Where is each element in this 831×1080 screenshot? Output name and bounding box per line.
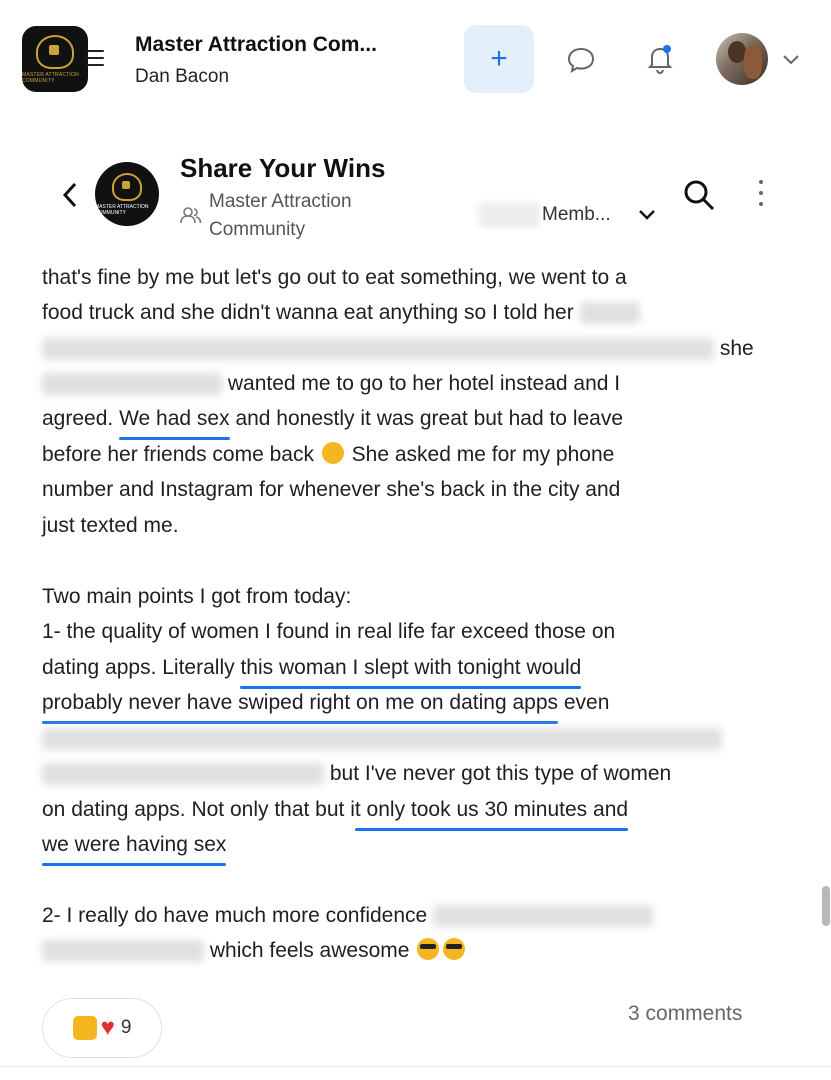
create-button[interactable]: + bbox=[464, 25, 534, 93]
plus-icon: + bbox=[490, 42, 508, 75]
post-line: food truck and she didn't wanna eat anyt… bbox=[42, 298, 640, 328]
post-line: just texted me. bbox=[42, 514, 179, 537]
post-line: on dating apps. Not only that but it onl… bbox=[42, 795, 629, 831]
post-line: 1- the quality of women I found in real … bbox=[42, 620, 616, 643]
crest-icon bbox=[36, 34, 74, 69]
chat-icon[interactable] bbox=[566, 46, 596, 79]
highlighted-text: this woman I slept with tonight would bbox=[240, 653, 581, 689]
comments-link[interactable]: 3 comments bbox=[628, 1002, 742, 1026]
heart-icon: ♥ bbox=[100, 1014, 115, 1041]
post-line: before her friends come back She asked m… bbox=[42, 442, 615, 466]
post-line: agreed. We had sex and honestly it was g… bbox=[42, 404, 623, 440]
sunglasses-face-icon bbox=[417, 938, 440, 960]
post-line: wanted me to go to her hotel instead and… bbox=[42, 369, 620, 399]
post-line bbox=[42, 724, 722, 754]
members-label[interactable]: Memb... bbox=[542, 204, 611, 226]
redacted-text bbox=[42, 373, 222, 396]
post-line: she bbox=[42, 334, 754, 364]
channel-logo[interactable]: MASTER ATTRACTION COMMUNITY bbox=[95, 162, 159, 226]
chevron-down-icon[interactable] bbox=[782, 53, 800, 71]
redacted-text bbox=[579, 302, 640, 325]
highlighted-text: we were having sex bbox=[42, 830, 227, 866]
search-icon[interactable] bbox=[682, 178, 716, 217]
menu-icon[interactable] bbox=[86, 50, 104, 66]
community-logo[interactable]: MASTER ATTRACTION COMMUNITY bbox=[22, 26, 88, 92]
redacted-text bbox=[42, 338, 714, 361]
members-avatars-blurred bbox=[478, 202, 540, 228]
channel-logo-text: MASTER ATTRACTION COMMUNITY bbox=[95, 203, 149, 216]
channel-header: MASTER ATTRACTION COMMUNITY Share Your W… bbox=[0, 118, 831, 259]
thumbs-up-icon bbox=[72, 1016, 97, 1040]
crest-icon bbox=[112, 172, 142, 201]
post-line: which feels awesome bbox=[42, 936, 467, 966]
top-app-bar: MASTER ATTRACTION COMMUNITY Master Attra… bbox=[0, 0, 831, 118]
post-line: we were having sex bbox=[42, 830, 227, 866]
redacted-text bbox=[42, 728, 722, 751]
post-line: Two main points I got from today: bbox=[42, 585, 352, 608]
channel-title: Share Your Wins bbox=[180, 153, 386, 183]
scrollbar[interactable] bbox=[822, 886, 830, 926]
more-vertical-icon[interactable] bbox=[759, 180, 763, 213]
shushing-face-icon bbox=[321, 442, 344, 464]
post-body: that's fine by me but let's go out to ea… bbox=[0, 258, 831, 1080]
post-line: dating apps. Literally this woman I slep… bbox=[42, 653, 581, 689]
reactions-button[interactable]: ♥ 9 bbox=[42, 998, 162, 1058]
logo-text: MASTER ATTRACTION COMMUNITY bbox=[22, 71, 79, 84]
group-icon bbox=[180, 206, 202, 229]
post-line: 2- I really do have much more confidence bbox=[42, 901, 654, 931]
chevron-down-icon[interactable] bbox=[638, 208, 656, 226]
highlighted-text: t only took us 30 minutes and bbox=[354, 795, 629, 831]
post-line: that's fine by me but let's go out to ea… bbox=[42, 266, 627, 289]
post-line: but I've never got this type of women bbox=[42, 759, 671, 789]
app-title[interactable]: Master Attraction Com... bbox=[135, 33, 377, 57]
redacted-text bbox=[42, 940, 204, 963]
post-line: probably never have swiped right on me o… bbox=[42, 688, 609, 724]
divider bbox=[0, 1066, 831, 1067]
highlighted-text: probably never have swiped right on me o… bbox=[42, 688, 558, 724]
sunglasses-face-icon bbox=[443, 938, 466, 960]
app-subtitle: Dan Bacon bbox=[135, 66, 230, 87]
reaction-count: 9 bbox=[120, 1017, 132, 1038]
post-line: number and Instagram for whenever she's … bbox=[42, 478, 621, 501]
redacted-text bbox=[42, 763, 324, 786]
avatar[interactable] bbox=[716, 33, 768, 85]
bell-icon[interactable] bbox=[645, 43, 675, 80]
redacted-text bbox=[433, 905, 654, 928]
community-name[interactable]: Master Attraction Community bbox=[209, 188, 409, 244]
highlighted-text: We had sex bbox=[119, 404, 230, 440]
back-icon[interactable] bbox=[62, 182, 78, 213]
